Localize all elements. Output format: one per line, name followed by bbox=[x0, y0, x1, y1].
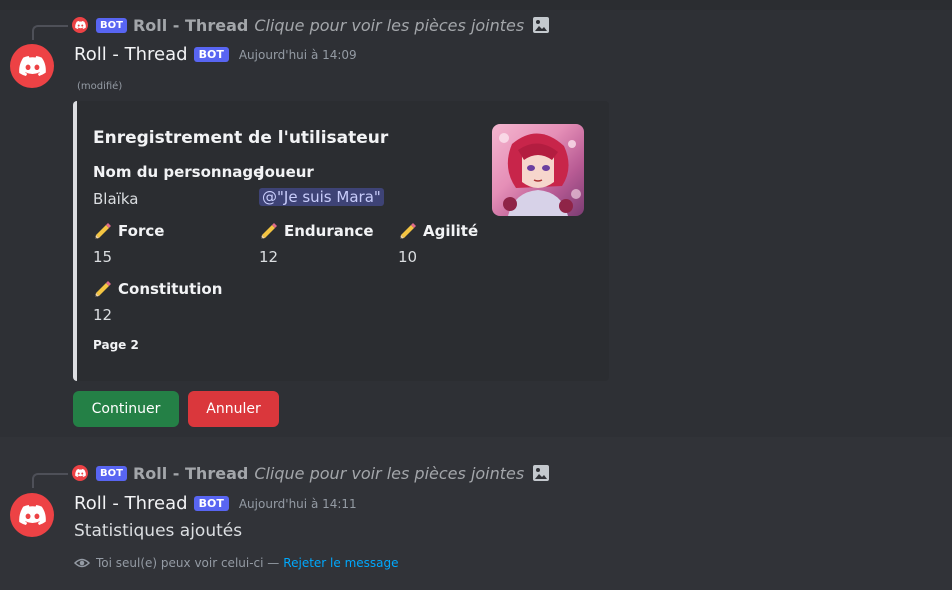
pencil-icon bbox=[261, 223, 277, 239]
field-value-endurance: 12 bbox=[259, 248, 279, 266]
bot-tag: BOT bbox=[193, 47, 229, 62]
top-bar bbox=[0, 0, 952, 10]
reply-content[interactable]: Clique pour voir les pièces jointes bbox=[254, 464, 524, 483]
pencil-icon bbox=[95, 223, 111, 239]
bot-tag: BOT bbox=[193, 496, 229, 511]
edited-label: (modifié) bbox=[77, 81, 123, 92]
pencil-icon bbox=[400, 223, 416, 239]
reply-connector bbox=[32, 25, 68, 40]
field-name-force-label: Force bbox=[118, 222, 165, 240]
image-icon bbox=[533, 465, 550, 481]
field-name-agility: Agilité bbox=[398, 221, 478, 241]
field-value-force: 15 bbox=[93, 248, 113, 266]
timestamp[interactable]: Aujourd'hui à 14:09 bbox=[239, 48, 357, 62]
reply-author[interactable]: Roll - Thread bbox=[133, 464, 248, 483]
reply-bot-tag: BOT bbox=[96, 465, 127, 481]
dismiss-message-link[interactable]: Rejeter le message bbox=[283, 556, 398, 570]
field-value-agility: 10 bbox=[398, 248, 418, 266]
pencil-icon bbox=[95, 281, 111, 297]
image-icon bbox=[533, 17, 550, 33]
username[interactable]: Roll - Thread bbox=[74, 44, 188, 65]
cancel-button[interactable]: Annuler bbox=[188, 391, 279, 427]
field-name-endurance: Endurance bbox=[259, 221, 374, 241]
field-value-character: Blaïka bbox=[93, 190, 139, 208]
username[interactable]: Roll - Thread bbox=[74, 493, 188, 514]
ephemeral-notice: Toi seul(e) peux voir celui-ci — Rejeter… bbox=[74, 555, 399, 571]
embed: Enregistrement de l'utilisateur Nom du p… bbox=[73, 101, 609, 381]
field-name-constitution-label: Constitution bbox=[118, 280, 223, 298]
reply-preview-1[interactable]: BOT Roll - Thread Clique pour voir les p… bbox=[72, 15, 550, 35]
reply-content[interactable]: Clique pour voir les pièces jointes bbox=[254, 16, 524, 35]
timestamp[interactable]: Aujourd'hui à 14:11 bbox=[239, 497, 357, 511]
field-name-endurance-label: Endurance bbox=[284, 222, 374, 240]
continue-button[interactable]: Continuer bbox=[73, 391, 179, 427]
field-name-player: Joueur bbox=[259, 163, 314, 181]
ephemeral-text: Toi seul(e) peux voir celui-ci — bbox=[96, 556, 280, 570]
message-header-2: Roll - Thread BOT Aujourd'hui à 14:11 bbox=[74, 493, 357, 514]
user-mention[interactable]: @"Je suis Mara" bbox=[259, 188, 384, 206]
message-header-1: Roll - Thread BOT Aujourd'hui à 14:09 bbox=[74, 44, 357, 65]
reply-preview-2[interactable]: BOT Roll - Thread Clique pour voir les p… bbox=[72, 463, 550, 483]
field-value-constitution: 12 bbox=[93, 306, 113, 324]
reply-avatar-icon bbox=[72, 465, 88, 481]
eye-icon bbox=[74, 558, 90, 568]
bot-avatar[interactable] bbox=[10, 493, 54, 537]
embed-footer: Page 2 bbox=[93, 338, 139, 352]
field-name-constitution: Constitution bbox=[93, 279, 222, 299]
character-thumbnail[interactable] bbox=[492, 124, 584, 216]
reply-author[interactable]: Roll - Thread bbox=[133, 16, 248, 35]
bot-avatar[interactable] bbox=[10, 44, 54, 88]
field-name-agility-label: Agilité bbox=[423, 222, 479, 240]
field-name-character: Nom du personnage bbox=[93, 163, 264, 181]
reply-avatar-icon bbox=[72, 17, 88, 33]
reply-connector bbox=[32, 473, 68, 488]
message-content: Statistiques ajoutés bbox=[74, 521, 243, 541]
field-name-force: Force bbox=[93, 221, 164, 241]
embed-title: Enregistrement de l'utilisateur bbox=[93, 128, 389, 148]
reply-bot-tag: BOT bbox=[96, 17, 127, 33]
